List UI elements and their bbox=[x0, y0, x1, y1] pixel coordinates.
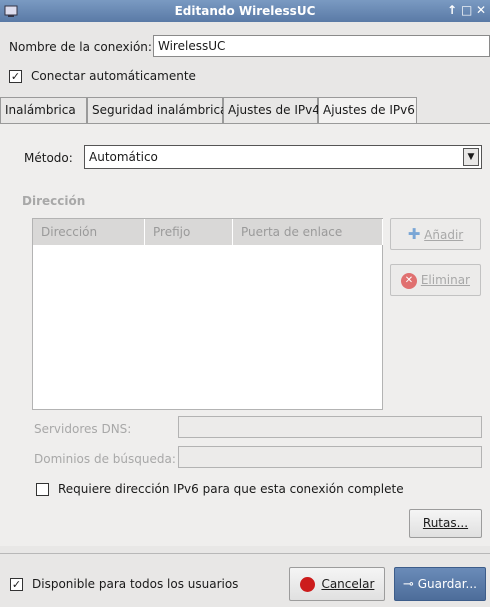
close-icon[interactable]: ✕ bbox=[476, 3, 486, 17]
dns-label: Servidores DNS: bbox=[34, 422, 132, 436]
key-icon: ⊸ bbox=[403, 577, 414, 592]
plus-icon: ✚ bbox=[407, 225, 421, 243]
connection-name-field[interactable]: WirelessUC bbox=[153, 35, 490, 57]
title-bar: Editando WirelessUC ↑ □ ✕ bbox=[0, 0, 490, 22]
add-button[interactable]: ✚ Añadir bbox=[390, 218, 481, 250]
cancel-icon bbox=[299, 577, 315, 592]
search-domains-field[interactable] bbox=[178, 446, 482, 468]
method-label: Método: bbox=[24, 151, 73, 165]
tab-wireless-security[interactable]: Seguridad inalámbrica bbox=[87, 97, 227, 124]
delete-button-label: Eliminar bbox=[420, 273, 470, 287]
method-value: Automático bbox=[89, 150, 158, 164]
all-users-label: Disponible para todos los usuarios bbox=[32, 577, 239, 591]
cancel-button-label: Cancelar bbox=[321, 577, 375, 591]
dns-field[interactable] bbox=[178, 416, 482, 438]
tab-ipv4[interactable]: Ajustes de IPv4 bbox=[223, 97, 320, 124]
tab-wireless[interactable]: Inalámbrica bbox=[0, 97, 87, 124]
save-button-label: Guardar... bbox=[417, 577, 477, 591]
window-title: Editando WirelessUC bbox=[174, 4, 316, 18]
address-section-title: Dirección bbox=[22, 194, 86, 208]
delete-button[interactable]: ✕ Eliminar bbox=[390, 264, 481, 296]
method-select[interactable]: Automático ▼ bbox=[84, 145, 482, 169]
footer-separator bbox=[0, 553, 490, 554]
all-users-checkbox[interactable]: ✓ bbox=[10, 578, 23, 591]
column-address[interactable]: Dirección bbox=[33, 219, 145, 245]
delete-icon: ✕ bbox=[401, 272, 417, 289]
address-table[interactable]: Dirección Prefijo Puerta de enlace bbox=[32, 218, 383, 410]
search-domains-label: Dominios de búsqueda: bbox=[34, 452, 176, 466]
maximize-icon[interactable]: □ bbox=[461, 3, 472, 17]
ipv6-panel: Método: Automático ▼ Dirección Dirección… bbox=[0, 123, 490, 546]
tab-ipv6[interactable]: Ajustes de IPv6 bbox=[318, 97, 417, 124]
column-prefix[interactable]: Prefijo bbox=[145, 219, 233, 245]
require-ipv6-label: Requiere dirección IPv6 para que esta co… bbox=[58, 482, 404, 496]
connection-name-label: Nombre de la conexión: bbox=[9, 40, 152, 54]
cancel-button[interactable]: Cancelar bbox=[289, 567, 385, 601]
add-button-label: Añadir bbox=[424, 228, 464, 242]
autoconnect-checkbox[interactable]: ✓ bbox=[9, 70, 22, 83]
shade-icon[interactable]: ↑ bbox=[447, 3, 457, 17]
chevron-down-icon[interactable]: ▼ bbox=[463, 148, 479, 166]
require-ipv6-checkbox[interactable] bbox=[36, 483, 49, 496]
autoconnect-label: Conectar automáticamente bbox=[31, 69, 196, 83]
column-gateway[interactable]: Puerta de enlace bbox=[233, 219, 383, 245]
routes-button[interactable]: Rutas... bbox=[409, 509, 482, 538]
routes-button-label: Rutas... bbox=[422, 516, 469, 530]
save-button[interactable]: ⊸ Guardar... bbox=[394, 567, 486, 601]
